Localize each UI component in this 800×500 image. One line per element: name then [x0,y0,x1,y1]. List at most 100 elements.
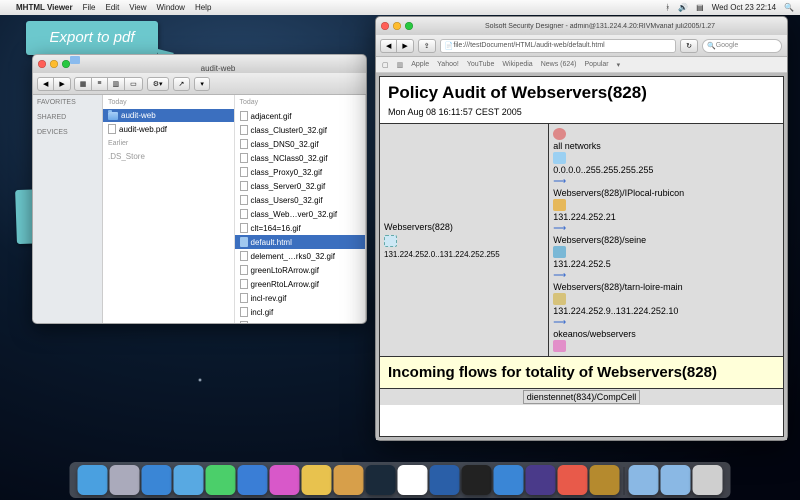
safari-window: Solsoft Security Designer - admin@131.22… [375,16,788,441]
file-item[interactable]: class_Server0_32.gif [235,179,366,193]
file-item[interactable]: class_Users0_32.gif [235,193,366,207]
minimize-button[interactable] [50,60,58,68]
file-icon [240,293,248,303]
dock-notes[interactable] [302,465,332,495]
file-item[interactable]: network_Internet0_32.gif [235,319,366,323]
folder-audit-web[interactable]: audit-web [103,109,234,122]
file-item[interactable]: class_Web…ver0_32.gif [235,207,366,221]
dock-chrome[interactable] [398,465,428,495]
dock-itunes[interactable] [270,465,300,495]
back-button[interactable]: ◀ [37,77,54,91]
url-field[interactable]: 📄 file:///testDocument/HTML/audit-web/de… [440,39,676,53]
search-field[interactable]: 🔍 Google [702,39,782,53]
file-item[interactable]: class_DNS0_32.gif [235,137,366,151]
view-list-button[interactable]: ≡ [91,77,107,91]
dock-xcode[interactable] [494,465,524,495]
minimize-button[interactable] [393,22,401,30]
dock-calculator[interactable] [334,465,364,495]
close-button[interactable] [38,60,46,68]
reader-button[interactable]: ↻ [680,39,698,53]
finder-window: audit-web ◀▶ ▦ ≡ ▥ ▭ ⚙▾ ↗ ▾ FAVORITES SH… [32,54,367,324]
close-button[interactable] [381,22,389,30]
dock-mht[interactable] [590,465,620,495]
dock-imovie[interactable] [526,465,556,495]
folder-icon [108,112,118,120]
file-item[interactable]: class_Proxy0_32.gif [235,165,366,179]
menu-window[interactable]: Window [157,3,185,12]
bookmark-yahoo[interactable]: Yahoo! [437,61,459,68]
cloud-icon [384,235,397,247]
file-item[interactable]: class_NClass0_32.gif [235,151,366,165]
menu-edit[interactable]: Edit [106,3,120,12]
dock-finder[interactable] [78,465,108,495]
dock-word[interactable] [430,465,460,495]
forward-button[interactable]: ▶ [53,77,70,91]
zoom-button[interactable] [405,22,413,30]
dock [70,462,731,498]
dock-steam[interactable] [366,465,396,495]
clock[interactable]: Wed Oct 23 22:14 [712,3,776,12]
zoom-button[interactable] [62,60,70,68]
sidebar-shared[interactable]: SHARED [37,114,98,121]
sidebar-devices[interactable]: DEVICES [37,129,98,136]
reading-list-icon[interactable]: ▥ [397,61,404,69]
file-ds-store[interactable]: .DS_Store [103,150,234,163]
bookmark-wikipedia[interactable]: Wikipedia [502,61,532,68]
view-icon-button[interactable]: ▦ [74,77,93,91]
forward-button[interactable]: ▶ [396,39,413,53]
flag-icon[interactable]: ▤ [696,3,704,12]
dock-ical[interactable] [558,465,588,495]
dock-folder[interactable] [629,465,659,495]
view-column-button[interactable]: ▥ [107,77,126,91]
file-item[interactable]: greenLtoRArrow.gif [235,263,366,277]
menu-view[interactable]: View [129,3,146,12]
arrange-button[interactable]: ⚙▾ [147,77,169,91]
file-icon [240,223,248,233]
dropdown-button[interactable]: ▾ [194,77,210,91]
file-icon [108,124,116,134]
file-item[interactable]: adjacent.gif [235,109,366,123]
dock-safari[interactable] [142,465,172,495]
menu-help[interactable]: Help [195,3,211,12]
file-item[interactable]: greenRtoLArrow.gif [235,277,366,291]
share-button[interactable]: ⇪ [418,39,436,53]
bluetooth-icon[interactable]: ᚼ [665,3,670,12]
file-item[interactable]: incl.gif [235,305,366,319]
dock-trash[interactable] [693,465,723,495]
page-content: Policy Audit of Webservers(828) Mon Aug … [379,76,784,437]
page-h2: Incoming flows for totality of Webserver… [380,357,783,389]
dock-terminal[interactable] [462,465,492,495]
menu-file[interactable]: File [83,3,96,12]
safari-titlebar[interactable]: Solsoft Security Designer - admin@131.22… [376,17,787,35]
bookmark-apple[interactable]: Apple [411,61,429,68]
bookmark-popular[interactable]: Popular [585,61,609,68]
view-cover-button[interactable]: ▭ [124,77,143,91]
dock-messages[interactable] [206,465,236,495]
app-name[interactable]: MHTML Viewer [16,3,73,12]
action-button[interactable]: ↗ [173,77,191,91]
file-item[interactable]: clt=164=16.gif [235,221,366,235]
file-icon [240,307,248,317]
page-timestamp: Mon Aug 08 16:11:57 CEST 2005 [388,107,775,117]
file-item[interactable]: incl-rev.gif [235,291,366,305]
file-icon [240,209,248,219]
dock-launchpad[interactable] [110,465,140,495]
node-icon [553,293,566,305]
bookmark-news[interactable]: News (624) [541,61,577,68]
spotlight-icon[interactable]: 🔍 [784,3,794,12]
back-button[interactable]: ◀ [380,39,397,53]
sub-cell: dienstennet(834)/CompCell [523,390,641,404]
finder-titlebar[interactable]: audit-web [33,55,366,73]
dock-appstore[interactable] [238,465,268,495]
file-item[interactable]: class_Cluster0_32.gif [235,123,366,137]
sidebar-favorites[interactable]: FAVORITES [37,99,98,106]
bookmark-youtube[interactable]: YouTube [467,61,495,68]
volume-icon[interactable]: 🔊 [678,3,688,12]
dock-mail[interactable] [174,465,204,495]
dock-downloads[interactable] [661,465,691,495]
node-icon [553,246,566,258]
show-bookmarks-icon[interactable]: ▢ [382,61,389,69]
file-item[interactable]: default.html [235,235,366,249]
file-audit-web-pdf[interactable]: audit-web.pdf [103,122,234,136]
file-item[interactable]: delement_…rks0_32.gif [235,249,366,263]
